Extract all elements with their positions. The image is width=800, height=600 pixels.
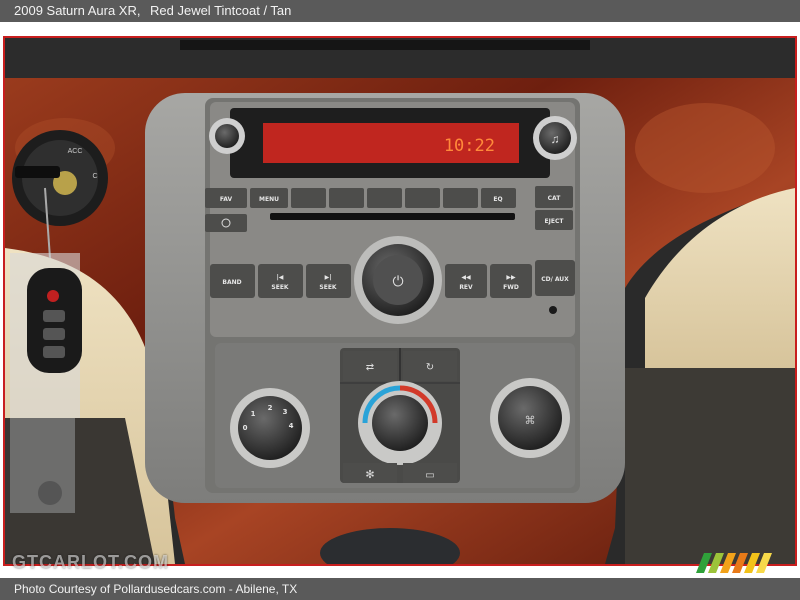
band-label: BAND <box>222 279 241 286</box>
temperature-knob[interactable] <box>372 395 428 451</box>
cd-slot <box>270 213 515 220</box>
fast-forward-icon: ▶▶ <box>506 274 516 281</box>
photo-credit: Photo Courtesy of Pollardusedcars.com - … <box>14 582 298 596</box>
aux-jack[interactable] <box>549 306 557 314</box>
rewind-icon: ◀◀ <box>461 274 471 281</box>
defrost-icon: ▭ <box>425 470 434 481</box>
power-icon: ⏻ <box>392 273 403 289</box>
floor <box>625 368 795 564</box>
seek-back-label: SEEK <box>271 284 289 291</box>
vehicle-title: 2009 Saturn Aura XR, <box>14 3 141 18</box>
rev-label: REV <box>459 284 473 291</box>
music-icon: ♫ <box>551 132 560 146</box>
air-flow-icon: ⌘ <box>525 415 536 427</box>
seek-forward-label: SEEK <box>319 284 337 291</box>
cd-aux-label: CD/ AUX <box>541 276 569 283</box>
outside-air-icon: ⇄ <box>366 362 374 373</box>
eq-label: EQ <box>493 196 502 203</box>
power-button[interactable] <box>215 124 239 148</box>
vehicle-color: Red Jewel Tintcoat / Tan <box>150 3 292 18</box>
watermark-text: GTCARLOT.COM <box>12 552 169 572</box>
preset-button-5[interactable] <box>443 188 478 208</box>
brand-stripes-logo <box>696 553 772 573</box>
car-recirc-icon: ↻ <box>426 362 434 373</box>
fwd-label: FWD <box>503 284 519 291</box>
preset-button-1[interactable] <box>291 188 326 208</box>
panic-button <box>47 290 59 302</box>
title-bar: 2009 Saturn Aura XR, Red Jewel Tintcoat … <box>0 0 800 22</box>
seek-forward-icon: ▶| <box>325 274 332 281</box>
footer-bar: Photo Courtesy of Pollardusedcars.com - … <box>0 578 800 600</box>
fan-number-4: 4 <box>289 422 294 430</box>
fan-number-1: 1 <box>251 410 256 418</box>
eject-label: EJECT <box>545 218 565 225</box>
fan-number-3: 3 <box>283 408 288 416</box>
fav-label: FAV <box>220 196 233 203</box>
snowflake-icon: ✻ <box>365 469 374 481</box>
preset-button-3[interactable] <box>367 188 402 208</box>
clock-button[interactable] <box>205 214 247 232</box>
clock-readout: 10:22 <box>444 136 495 156</box>
seek-back-button[interactable] <box>258 264 303 298</box>
fwd-button[interactable] <box>490 264 532 298</box>
acc-label: ACC <box>68 148 83 155</box>
preset-button-2[interactable] <box>329 188 364 208</box>
rev-button[interactable] <box>445 264 487 298</box>
preset-button-4[interactable] <box>405 188 440 208</box>
fan-number-0: 0 <box>243 424 248 432</box>
fan-number-2: 2 <box>268 404 273 412</box>
c-label: C <box>92 173 97 180</box>
seek-back-icon: |◀ <box>277 274 284 281</box>
dashboard-illustration: 10:22 ♫ FAV MENU EQ CAT EJECT ⏻ BAND |◀ … <box>5 38 795 564</box>
seek-forward-button[interactable] <box>306 264 351 298</box>
menu-label: MENU <box>259 196 279 203</box>
cat-label: CAT <box>548 195 562 202</box>
car-interior-photo: 10:22 ♫ FAV MENU EQ CAT EJECT ⏻ BAND |◀ … <box>3 36 797 566</box>
ignition-key <box>15 166 60 178</box>
